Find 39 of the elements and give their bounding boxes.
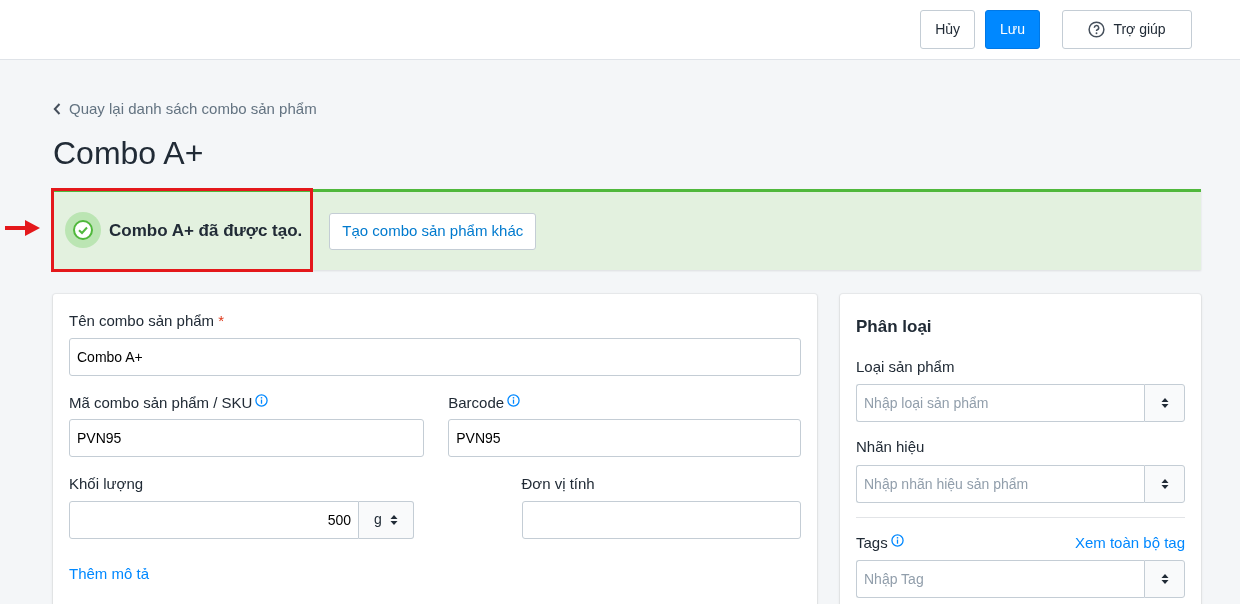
help-button[interactable]: Trợ giúp	[1062, 10, 1192, 49]
create-another-button[interactable]: Tạo combo sản phẩm khác	[329, 213, 537, 250]
select-field[interactable]: Nhập Tag	[856, 560, 1144, 599]
field-label: Tags	[856, 533, 888, 551]
select-field[interactable]: Nhập loại sản phẩm	[856, 384, 1144, 423]
updown-icon	[389, 513, 398, 526]
updown-icon	[1160, 397, 1169, 410]
card-title: Phân loại	[856, 316, 933, 339]
cancel-button[interactable]: Hủy	[920, 10, 976, 49]
arrow-icon	[3, 219, 41, 238]
success-message: Combo A+ đã được tạo.	[109, 219, 303, 242]
field-label: Nhãn hiệu	[856, 438, 925, 456]
updown-icon	[1160, 573, 1169, 586]
add-description-link[interactable]: Thêm mô tả	[69, 562, 150, 586]
back-link[interactable]: Quay lại danh sách combo sản phẩm	[53, 98, 317, 121]
required-mark: *	[218, 312, 225, 330]
updown-icon	[1160, 477, 1169, 490]
field-label: Đơn vị tính	[521, 475, 595, 493]
dropdown-toggle-button[interactable]	[1144, 560, 1185, 599]
select-field[interactable]: Nhập nhãn hiệu sản phẩm	[856, 464, 1144, 503]
text-field[interactable]	[521, 500, 801, 539]
view-all-tags-link[interactable]: Xem toàn bộ tag	[1074, 531, 1185, 555]
chevron-left-icon	[53, 103, 61, 116]
page-title: Combo A+	[53, 134, 205, 174]
field-label: Mã combo sản phẩm / SKU	[69, 393, 253, 411]
field-label: Khối lượng	[69, 475, 144, 493]
text-field[interactable]: PVN95	[448, 419, 801, 458]
success-icon	[65, 212, 101, 249]
field-label: Barcode	[448, 393, 505, 411]
field-label: Tên combo sản phẩm	[69, 312, 215, 330]
dropdown-toggle-button[interactable]	[1144, 464, 1185, 503]
save-button[interactable]: Lưu	[985, 10, 1040, 49]
text-field[interactable]: PVN95	[69, 419, 425, 458]
dropdown-toggle-button[interactable]	[1144, 384, 1185, 423]
text-field[interactable]: Combo A+	[69, 337, 801, 376]
weight-field[interactable]: 500	[69, 500, 359, 539]
field-label: Loại sản phẩm	[856, 357, 955, 375]
question-icon	[1088, 21, 1106, 38]
unit-select[interactable]: g	[359, 500, 414, 539]
